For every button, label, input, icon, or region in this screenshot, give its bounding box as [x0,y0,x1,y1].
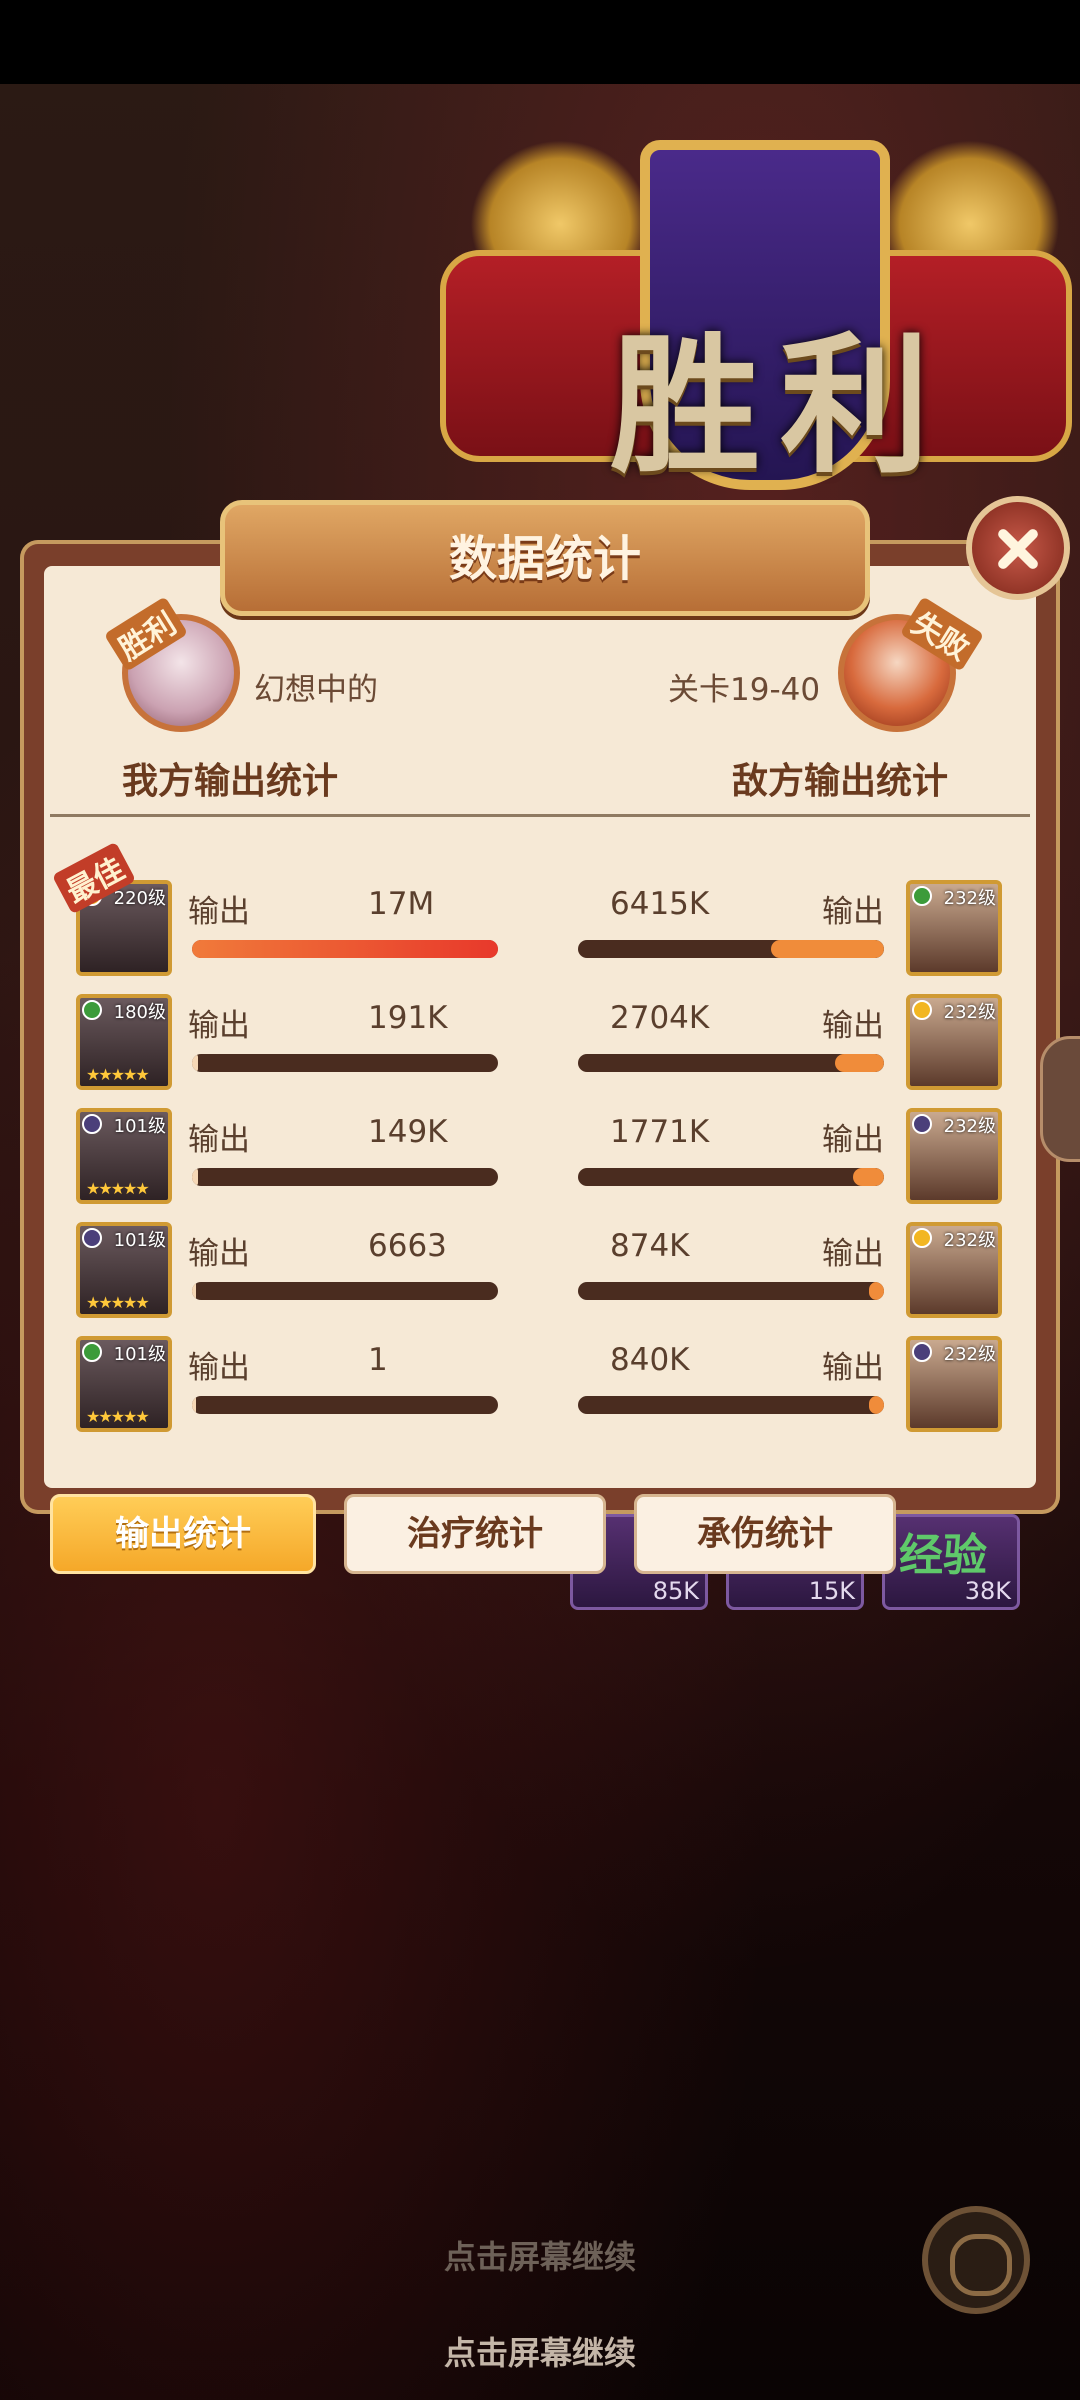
star-rating-icon: ★★★★★ [86,1293,150,1312]
ally-hero-avatar[interactable]: 180级 ★★★★★ [76,994,172,1090]
ally-hero-avatar[interactable]: 101级 ★★★★★ [76,1108,172,1204]
panel-title: 数据统计 [448,531,641,587]
enemy-damage-bar [578,1054,884,1072]
ally-hero-avatar[interactable]: 101级 ★★★★★ [76,1222,172,1318]
enemy-hero-avatar[interactable]: 232级 [906,1108,1002,1204]
hero-level: 232级 [943,1002,996,1023]
enemy-damage-bar [578,940,884,958]
status-bar [0,0,1080,84]
side-drawer-handle[interactable] [1040,1036,1080,1162]
ally-output-value: 191K [368,1000,448,1036]
enemy-output-value: 2704K [610,1000,710,1036]
ally-name: 幻想中的 [254,672,378,708]
element-icon [912,886,932,906]
element-icon [912,1114,932,1134]
enemy-damage-bar [578,1168,884,1186]
hero-level: 101级 [113,1230,166,1251]
element-icon [82,1000,102,1020]
reward-value: 15K [808,1577,855,1605]
hero-level: 232级 [943,1230,996,1251]
ally-output-label: 输出 [188,894,250,930]
enemy-output-value: 874K [610,1228,690,1264]
element-icon [912,1342,932,1362]
hero-level: 232级 [943,1344,996,1365]
enemy-damage-bar [578,1282,884,1300]
ally-damage-bar [192,1168,498,1186]
enemy-output-label: 输出 [822,1122,884,1158]
enemy-damage-bar-fill [770,940,884,958]
star-rating-icon: ★★★★★ [86,1407,150,1426]
element-icon [82,1114,102,1134]
enemy-output-label: 输出 [822,1236,884,1272]
ally-output-value: 6663 [368,1228,447,1264]
star-rating-icon: ★★★★★ [86,1065,150,1084]
continue-hint[interactable]: 点击屏幕继续 [0,2328,1080,2374]
enemy-hero-avatar[interactable]: 232级 [906,1222,1002,1318]
enemy-damage-bar-fill [853,1168,884,1186]
hero-level: 180级 [113,1002,166,1023]
enemy-damage-bar-fill [868,1282,884,1300]
enemy-damage-bar-fill [835,1054,884,1072]
enemy-output-label: 输出 [822,1350,884,1386]
enemy-output-label: 输出 [822,1008,884,1044]
ally-damage-bar-fill [192,1396,196,1414]
stage-label: 关卡19-40 [668,672,821,708]
victory-banner: 胜利 [430,120,1080,540]
enemy-output-label: 输出 [822,894,884,930]
ally-output-label: 输出 [188,1236,250,1272]
ally-damage-bar [192,1282,498,1300]
ally-damage-bar-fill [192,1282,196,1300]
victory-title: 胜利 [610,318,951,494]
continue-hint-faded: 点击屏幕继续 [443,2238,636,2276]
ally-output-label: 输出 [188,1008,250,1044]
element-icon [82,1228,102,1248]
header-divider [50,814,1030,817]
exp-label: 经验 [899,1530,987,1581]
hero-level: 101级 [113,1116,166,1137]
enemy-hero-avatar[interactable]: 232级 [906,994,1002,1090]
ally-output-label: 输出 [188,1350,250,1386]
element-icon [912,1228,932,1248]
ally-output-value: 1 [368,1342,388,1378]
panel-title-plate: 数据统计 [220,500,870,616]
enemy-damage-bar-fill [868,1396,884,1414]
star-rating-icon: ★★★★★ [86,1179,150,1198]
ally-hero-avatar[interactable]: 101级 ★★★★★ [76,1336,172,1432]
hero-level: 101级 [113,1344,166,1365]
tab-healing-stats[interactable]: 治疗统计 [344,1494,606,1574]
pie-chart-icon[interactable] [922,2206,1030,2314]
ally-damage-bar [192,1054,498,1072]
ally-damage-bar [192,940,498,958]
ally-output-value: 17M [368,886,435,922]
element-icon [82,1342,102,1362]
ally-stats-title: 我方输出统计 [122,760,339,802]
ally-output-value: 149K [368,1114,448,1150]
tab-damage-stats[interactable]: 输出统计 [50,1494,316,1574]
ally-damage-bar-fill [192,940,498,958]
tab-damage-taken-stats[interactable]: 承伤统计 [634,1494,896,1574]
enemy-output-value: 1771K [610,1114,710,1150]
enemy-stats-title: 敌方输出统计 [732,760,949,802]
enemy-damage-bar [578,1396,884,1414]
reward-value: 85K [652,1577,699,1605]
close-button[interactable] [966,496,1070,600]
enemy-hero-avatar[interactable]: 232级 [906,880,1002,976]
reward-tile: 经验 38K [882,1514,1020,1610]
reward-value: 38K [964,1577,1011,1605]
enemy-output-value: 6415K [610,886,710,922]
element-icon [912,1000,932,1020]
ally-damage-bar-fill [192,1168,198,1186]
hero-level: 232级 [943,888,996,909]
ally-damage-bar-fill [192,1054,198,1072]
ally-damage-bar [192,1396,498,1414]
enemy-output-value: 840K [610,1342,690,1378]
hero-level: 232级 [943,1116,996,1137]
ally-output-label: 输出 [188,1122,250,1158]
enemy-hero-avatar[interactable]: 232级 [906,1336,1002,1432]
